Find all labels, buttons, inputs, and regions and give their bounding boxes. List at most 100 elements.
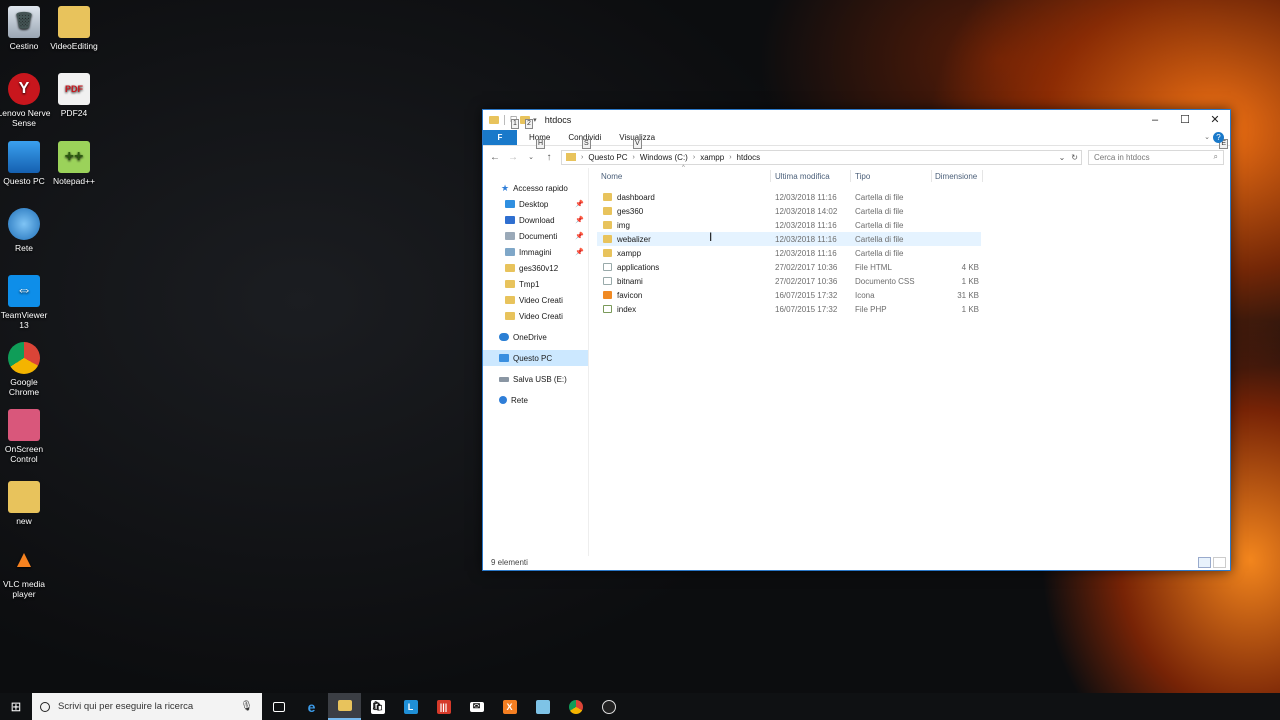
desktop-icon-onscreen-control[interactable]: OnScreen Control [0, 409, 53, 464]
app-red-icon: ||| [436, 699, 451, 714]
taskbar-app-red[interactable]: ||| [427, 693, 460, 720]
folder-icon [603, 193, 612, 201]
up-button[interactable]: ↑ [543, 152, 555, 163]
taskbar-file-explorer[interactable] [328, 693, 361, 720]
address-bar[interactable]: › Questo PC › Windows (C:) › xampp › htd… [561, 149, 1082, 165]
task-view-icon [272, 701, 285, 712]
taskbar-app-l[interactable]: L [394, 693, 427, 720]
nav-onedrive[interactable]: OneDrive [483, 329, 588, 345]
file-row-bitnami[interactable]: bitnami 27/02/2017 10:36 Documento CSS 1… [597, 274, 981, 288]
taskbar-edge[interactable]: e [295, 693, 328, 720]
html-file-icon [603, 263, 612, 271]
status-bar: 9 elementi [483, 554, 1230, 570]
start-button[interactable]: ⊞ [0, 693, 32, 720]
address-row: ← → ⌄ ↑ › Questo PC › Windows (C:) › xam… [483, 146, 1230, 168]
nav-download[interactable]: Download 📌 [483, 212, 588, 228]
details-view-icon[interactable] [1198, 557, 1211, 568]
favicon-file-icon [603, 291, 612, 299]
explorer-body: ★ Accesso rapido Desktop 📌 Download 📌 Do… [483, 165, 1230, 556]
column-header-name[interactable]: Nome [601, 172, 622, 181]
customize-toolbar-icon[interactable]: ▾ [533, 116, 537, 124]
keytip-view: V [633, 139, 642, 149]
nav-desktop[interactable]: Desktop 📌 [483, 196, 588, 212]
divider[interactable] [982, 170, 983, 182]
nav-tmp1[interactable]: Tmp1 [483, 276, 588, 292]
file-row-index[interactable]: index 16/07/2015 17:32 File PHP 1 KB [597, 302, 981, 316]
search-icon: ⌕ [1213, 152, 1218, 161]
taskbar-store[interactable]: 🛍 [361, 693, 394, 720]
column-header-modified[interactable]: Ultima modifica [775, 172, 830, 181]
desktop-icon-chrome[interactable]: Google Chrome [0, 342, 53, 397]
back-button[interactable]: ← [489, 152, 501, 163]
large-icons-view-icon[interactable] [1213, 557, 1226, 568]
file-row-applications[interactable]: applications 27/02/2017 10:36 File HTML … [597, 260, 981, 274]
nav-video-creati-2[interactable]: Video Creati [483, 308, 588, 324]
file-row-favicon[interactable]: favicon 16/07/2015 17:32 Icona 31 KB [597, 288, 981, 302]
pin-icon[interactable]: 📌 [575, 232, 584, 240]
forward-button[interactable]: → [507, 152, 519, 163]
task-view-button[interactable] [262, 693, 295, 720]
breadcrumb-this-pc[interactable]: Questo PC [588, 153, 627, 162]
title-bar[interactable]: ☐ ▾ htdocs 1 2 – ☐ ✕ [483, 110, 1230, 129]
taskbar-xampp[interactable]: X [493, 693, 526, 720]
nav-ges360v12[interactable]: ges360v12 [483, 260, 588, 276]
desktop-icon-videoediting[interactable]: VideoEditing [45, 6, 103, 51]
taskbar-app-blue[interactable] [526, 693, 559, 720]
pdf24-icon: PDF [58, 73, 90, 105]
column-header-size[interactable]: Dimensione [935, 172, 977, 181]
desktop-icon-new[interactable]: new [0, 481, 53, 526]
file-row-dashboard[interactable]: dashboard 12/03/2018 11:16 Cartella di f… [597, 190, 981, 204]
file-row-img[interactable]: img 12/03/2018 11:16 Cartella di file [597, 218, 981, 232]
search-placeholder: Cerca in htdocs [1094, 152, 1150, 162]
refresh-icon[interactable]: ↻ [1071, 153, 1078, 162]
breadcrumb-xampp[interactable]: xampp [700, 153, 724, 162]
nav-usb-drive[interactable]: Salva USB (E:) [483, 371, 588, 387]
pin-icon[interactable]: 📌 [575, 200, 584, 208]
desktop-icon-vlc[interactable]: ▲ VLC media player [0, 544, 53, 600]
desktop-icon-notepad-plus-plus[interactable]: ++ Notepad++ [45, 141, 103, 186]
divider[interactable] [770, 170, 771, 182]
keytip-home: H [536, 139, 546, 149]
close-button[interactable]: ✕ [1200, 110, 1230, 129]
help-icon[interactable]: ? [1213, 132, 1224, 143]
pin-icon[interactable]: 📌 [575, 216, 584, 224]
breadcrumb-windows-c[interactable]: Windows (C:) [640, 153, 688, 162]
ribbon-tabs: F Home Condividi Visualizza H S V E ⌄ ? [483, 129, 1230, 149]
desktop-icon-teamviewer[interactable]: ⇔ TeamViewer 13 [0, 275, 53, 330]
vlc-icon: ▲ [12, 546, 36, 573]
search-input[interactable]: Cerca in htdocs ⌕ [1088, 149, 1224, 165]
nav-immagini[interactable]: Immagini 📌 [483, 244, 588, 260]
chrome-icon [568, 699, 583, 714]
taskbar-chrome[interactable] [559, 693, 592, 720]
microphone-icon[interactable]: 🎙 [240, 701, 253, 712]
file-row-xampp[interactable]: xampp 12/03/2018 11:16 Cartella di file [597, 246, 981, 260]
nav-this-pc[interactable]: Questo PC [483, 350, 588, 366]
taskbar-search-input[interactable]: Scrivi qui per eseguire la ricerca 🎙 [32, 693, 262, 720]
taskbar-mail[interactable]: ✉ [460, 693, 493, 720]
file-row-ges360[interactable]: ges360 12/03/2018 14:02 Cartella di file [597, 204, 981, 218]
folder-icon [505, 312, 515, 320]
desktop-icon-pdf24[interactable]: PDF PDF24 [45, 73, 103, 118]
view-switcher [1198, 557, 1226, 568]
maximize-button[interactable]: ☐ [1170, 110, 1200, 129]
tab-file[interactable]: F [483, 129, 517, 145]
collapse-ribbon-icon[interactable]: ⌄ [1204, 133, 1210, 141]
file-row-webalizer[interactable]: webalizer 12/03/2018 11:16 Cartella di f… [597, 232, 981, 246]
chevron-down-icon[interactable]: ⌄ [1059, 153, 1066, 162]
folder-icon [58, 6, 90, 38]
divider[interactable] [850, 170, 851, 182]
chevron-right-icon: › [632, 153, 635, 161]
nav-network[interactable]: Rete [483, 392, 588, 408]
divider[interactable] [931, 170, 932, 182]
network-icon [499, 396, 507, 404]
nav-documenti[interactable]: Documenti 📌 [483, 228, 588, 244]
recent-locations-icon[interactable]: ⌄ [525, 153, 537, 161]
taskbar-obs[interactable] [592, 693, 625, 720]
nav-quick-access[interactable]: ★ Accesso rapido [483, 180, 588, 196]
pin-icon[interactable]: 📌 [575, 248, 584, 256]
breadcrumb-htdocs[interactable]: htdocs [737, 153, 761, 162]
minimize-button[interactable]: – [1140, 110, 1170, 129]
nav-video-creati-1[interactable]: Video Creati [483, 292, 588, 308]
column-header-type[interactable]: Tipo [855, 172, 870, 181]
desktop-icon-network[interactable]: Rete [0, 208, 53, 253]
